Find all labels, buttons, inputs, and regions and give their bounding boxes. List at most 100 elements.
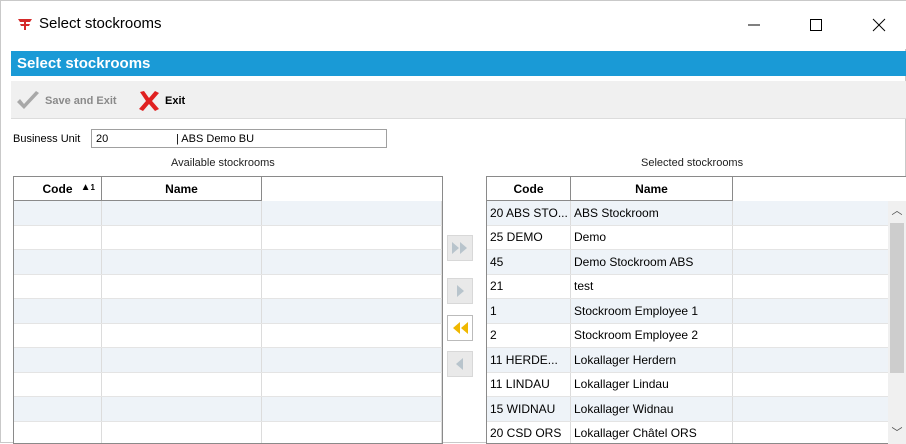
- table-cell: [14, 373, 102, 397]
- table-cell: [14, 299, 102, 323]
- table-cell: [14, 422, 102, 444]
- close-icon: [872, 18, 886, 32]
- selected-rows: 20 ABS STO...ABS Stockroom25 DEMODemo45D…: [487, 201, 906, 444]
- table-header: Code ▲1 Name: [14, 177, 262, 201]
- empty-cell: [733, 324, 906, 348]
- column-header-label: Code: [43, 182, 73, 196]
- table-row[interactable]: 2Stockroom Employee 2: [487, 324, 906, 349]
- scrollbar-thumb[interactable]: [890, 223, 904, 373]
- selected-stockrooms-caption: Selected stockrooms: [641, 157, 743, 169]
- save-and-exit-button[interactable]: Save and Exit: [15, 89, 117, 113]
- business-unit-field[interactable]: 20 | ABS Demo BU: [91, 129, 387, 148]
- table-cell: [102, 250, 262, 274]
- move-all-right-button[interactable]: [447, 235, 473, 261]
- table-row[interactable]: [14, 226, 442, 251]
- minimize-button[interactable]: [731, 1, 777, 49]
- empty-cell: [733, 226, 906, 250]
- table-row[interactable]: 1Stockroom Employee 1: [487, 299, 906, 324]
- empty-cell: [733, 299, 906, 323]
- table-row[interactable]: 15 WIDNAULokallager Widnau: [487, 397, 906, 422]
- table-row[interactable]: [14, 373, 442, 398]
- red-x-icon: [137, 90, 161, 112]
- code-cell: 20 ABS STO...: [487, 201, 571, 225]
- table-cell: [262, 226, 442, 250]
- move-all-left-icon: [451, 321, 469, 335]
- table-cell: [102, 226, 262, 250]
- name-cell: test: [571, 275, 733, 299]
- table-cell: [262, 373, 442, 397]
- code-cell: 45: [487, 250, 571, 274]
- table-row[interactable]: 20 CSD ORSLokallager Châtel ORS: [487, 422, 906, 444]
- table-cell: [102, 373, 262, 397]
- table-cell: [102, 348, 262, 372]
- table-row[interactable]: 21test: [487, 275, 906, 300]
- table-cell: [102, 201, 262, 225]
- business-unit-name: | ABS Demo BU: [176, 133, 254, 145]
- table-row[interactable]: [14, 422, 442, 444]
- empty-cell: [733, 373, 906, 397]
- table-cell: [14, 201, 102, 225]
- table-row[interactable]: 11 HERDE...Lokallager Herdern: [487, 348, 906, 373]
- checkmark-icon: [15, 90, 41, 112]
- column-header-name[interactable]: Name: [102, 177, 262, 201]
- table-cell: [262, 422, 442, 444]
- app-logo-icon: [17, 17, 33, 31]
- table-cell: [102, 422, 262, 444]
- sort-ascending-icon: ▲1: [81, 182, 95, 193]
- table-row[interactable]: [14, 348, 442, 373]
- column-header-code[interactable]: Code: [487, 177, 571, 201]
- table-cell: [102, 299, 262, 323]
- maximize-icon: [809, 18, 823, 32]
- table-row[interactable]: [14, 397, 442, 422]
- column-header-name[interactable]: Name: [571, 177, 733, 201]
- table-cell: [262, 397, 442, 421]
- scroll-down-icon[interactable]: ﹀: [891, 427, 903, 439]
- move-all-left-button[interactable]: [447, 315, 473, 341]
- column-header-label: Name: [165, 182, 198, 196]
- table-cell: [262, 324, 442, 348]
- close-button[interactable]: [856, 1, 902, 49]
- code-cell: 20 CSD ORS: [487, 422, 571, 444]
- exit-label: Exit: [165, 95, 185, 107]
- header-band-title: Select stockrooms: [17, 55, 150, 72]
- table-cell: [14, 226, 102, 250]
- maximize-button[interactable]: [793, 1, 839, 49]
- table-cell: [102, 397, 262, 421]
- scroll-up-icon[interactable]: ︿: [891, 205, 903, 217]
- available-stockrooms-table[interactable]: Code ▲1 Name: [13, 176, 443, 444]
- table-cell: [14, 250, 102, 274]
- table-row[interactable]: [14, 250, 442, 275]
- move-right-button[interactable]: [447, 278, 473, 304]
- business-unit-label: Business Unit: [13, 133, 80, 145]
- minimize-icon: [747, 18, 761, 32]
- table-row[interactable]: 45Demo Stockroom ABS: [487, 250, 906, 275]
- table-cell: [14, 324, 102, 348]
- header-band: Select stockrooms: [11, 51, 906, 76]
- code-cell: 1: [487, 299, 571, 323]
- table-row[interactable]: 25 DEMODemo: [487, 226, 906, 251]
- available-rows: [14, 201, 442, 444]
- exit-button[interactable]: Exit: [137, 89, 185, 113]
- table-cell: [262, 275, 442, 299]
- table-cell: [262, 250, 442, 274]
- selected-stockrooms-table[interactable]: Code Name 20 ABS STO...ABS Stockroom25 D…: [486, 176, 906, 444]
- name-cell: Lokallager Widnau: [571, 397, 733, 421]
- column-header-code[interactable]: Code ▲1: [14, 177, 102, 201]
- sort-order-number: 1: [91, 183, 95, 192]
- empty-cell: [733, 201, 906, 225]
- table-row[interactable]: [14, 275, 442, 300]
- name-cell: Stockroom Employee 2: [571, 324, 733, 348]
- table-row[interactable]: 11 LINDAULokallager Lindau: [487, 373, 906, 398]
- table-row[interactable]: [14, 324, 442, 349]
- table-row[interactable]: 20 ABS STO...ABS Stockroom: [487, 201, 906, 226]
- name-cell: Lokallager Lindau: [571, 373, 733, 397]
- available-stockrooms-caption: Available stockrooms: [171, 157, 275, 169]
- table-row[interactable]: [14, 299, 442, 324]
- empty-cell: [733, 275, 906, 299]
- code-cell: 15 WIDNAU: [487, 397, 571, 421]
- table-row[interactable]: [14, 201, 442, 226]
- move-left-button[interactable]: [447, 351, 473, 377]
- name-cell: Lokallager Châtel ORS: [571, 422, 733, 444]
- selected-table-scrollbar[interactable]: ︿ ﹀: [888, 201, 906, 444]
- column-header-label: Code: [514, 182, 544, 196]
